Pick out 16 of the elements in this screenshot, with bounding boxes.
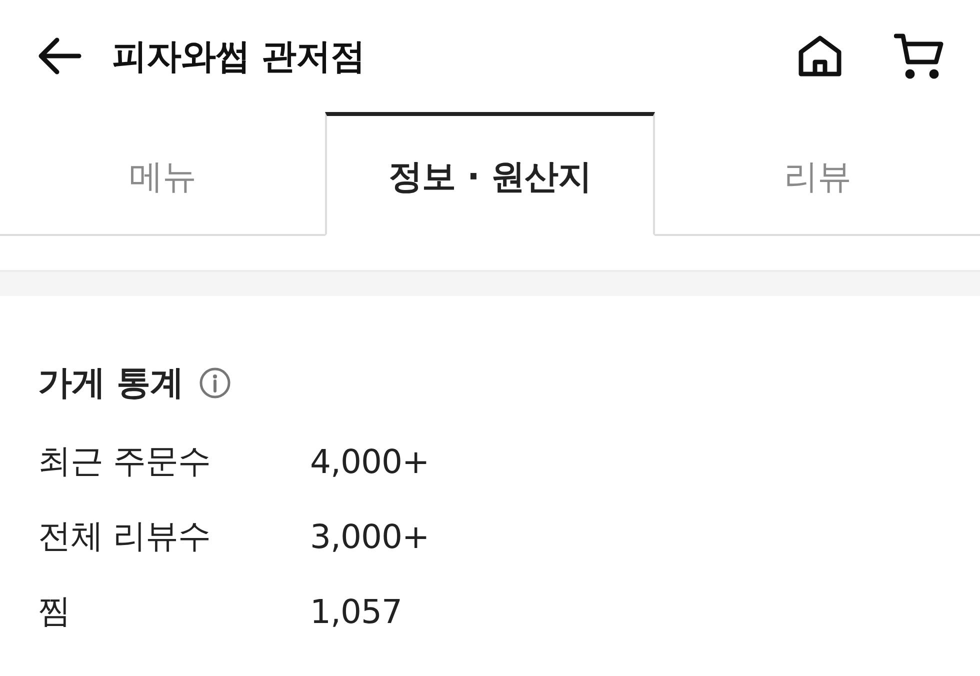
info-icon[interactable] <box>199 367 232 399</box>
stat-label: 전체 리뷰수 <box>38 515 210 557</box>
back-arrow-icon <box>38 37 82 75</box>
cart-icon <box>894 33 944 79</box>
stat-label: 찜 <box>38 590 70 632</box>
stat-value: 4,000+ <box>310 442 430 481</box>
section-title: 가게 통계 <box>38 362 184 405</box>
cart-button[interactable] <box>894 33 944 79</box>
stat-value: 1,057 <box>310 592 402 631</box>
store-name-title: 피자와썹 관저점 <box>112 36 366 78</box>
back-button[interactable] <box>38 37 82 75</box>
home-icon <box>798 35 842 77</box>
stat-value: 3,000+ <box>310 517 430 556</box>
tab[interactable]: 정보 · 원산지 <box>325 112 655 236</box>
home-button[interactable] <box>798 35 842 77</box>
stat-label: 최근 주문수 <box>38 440 210 482</box>
